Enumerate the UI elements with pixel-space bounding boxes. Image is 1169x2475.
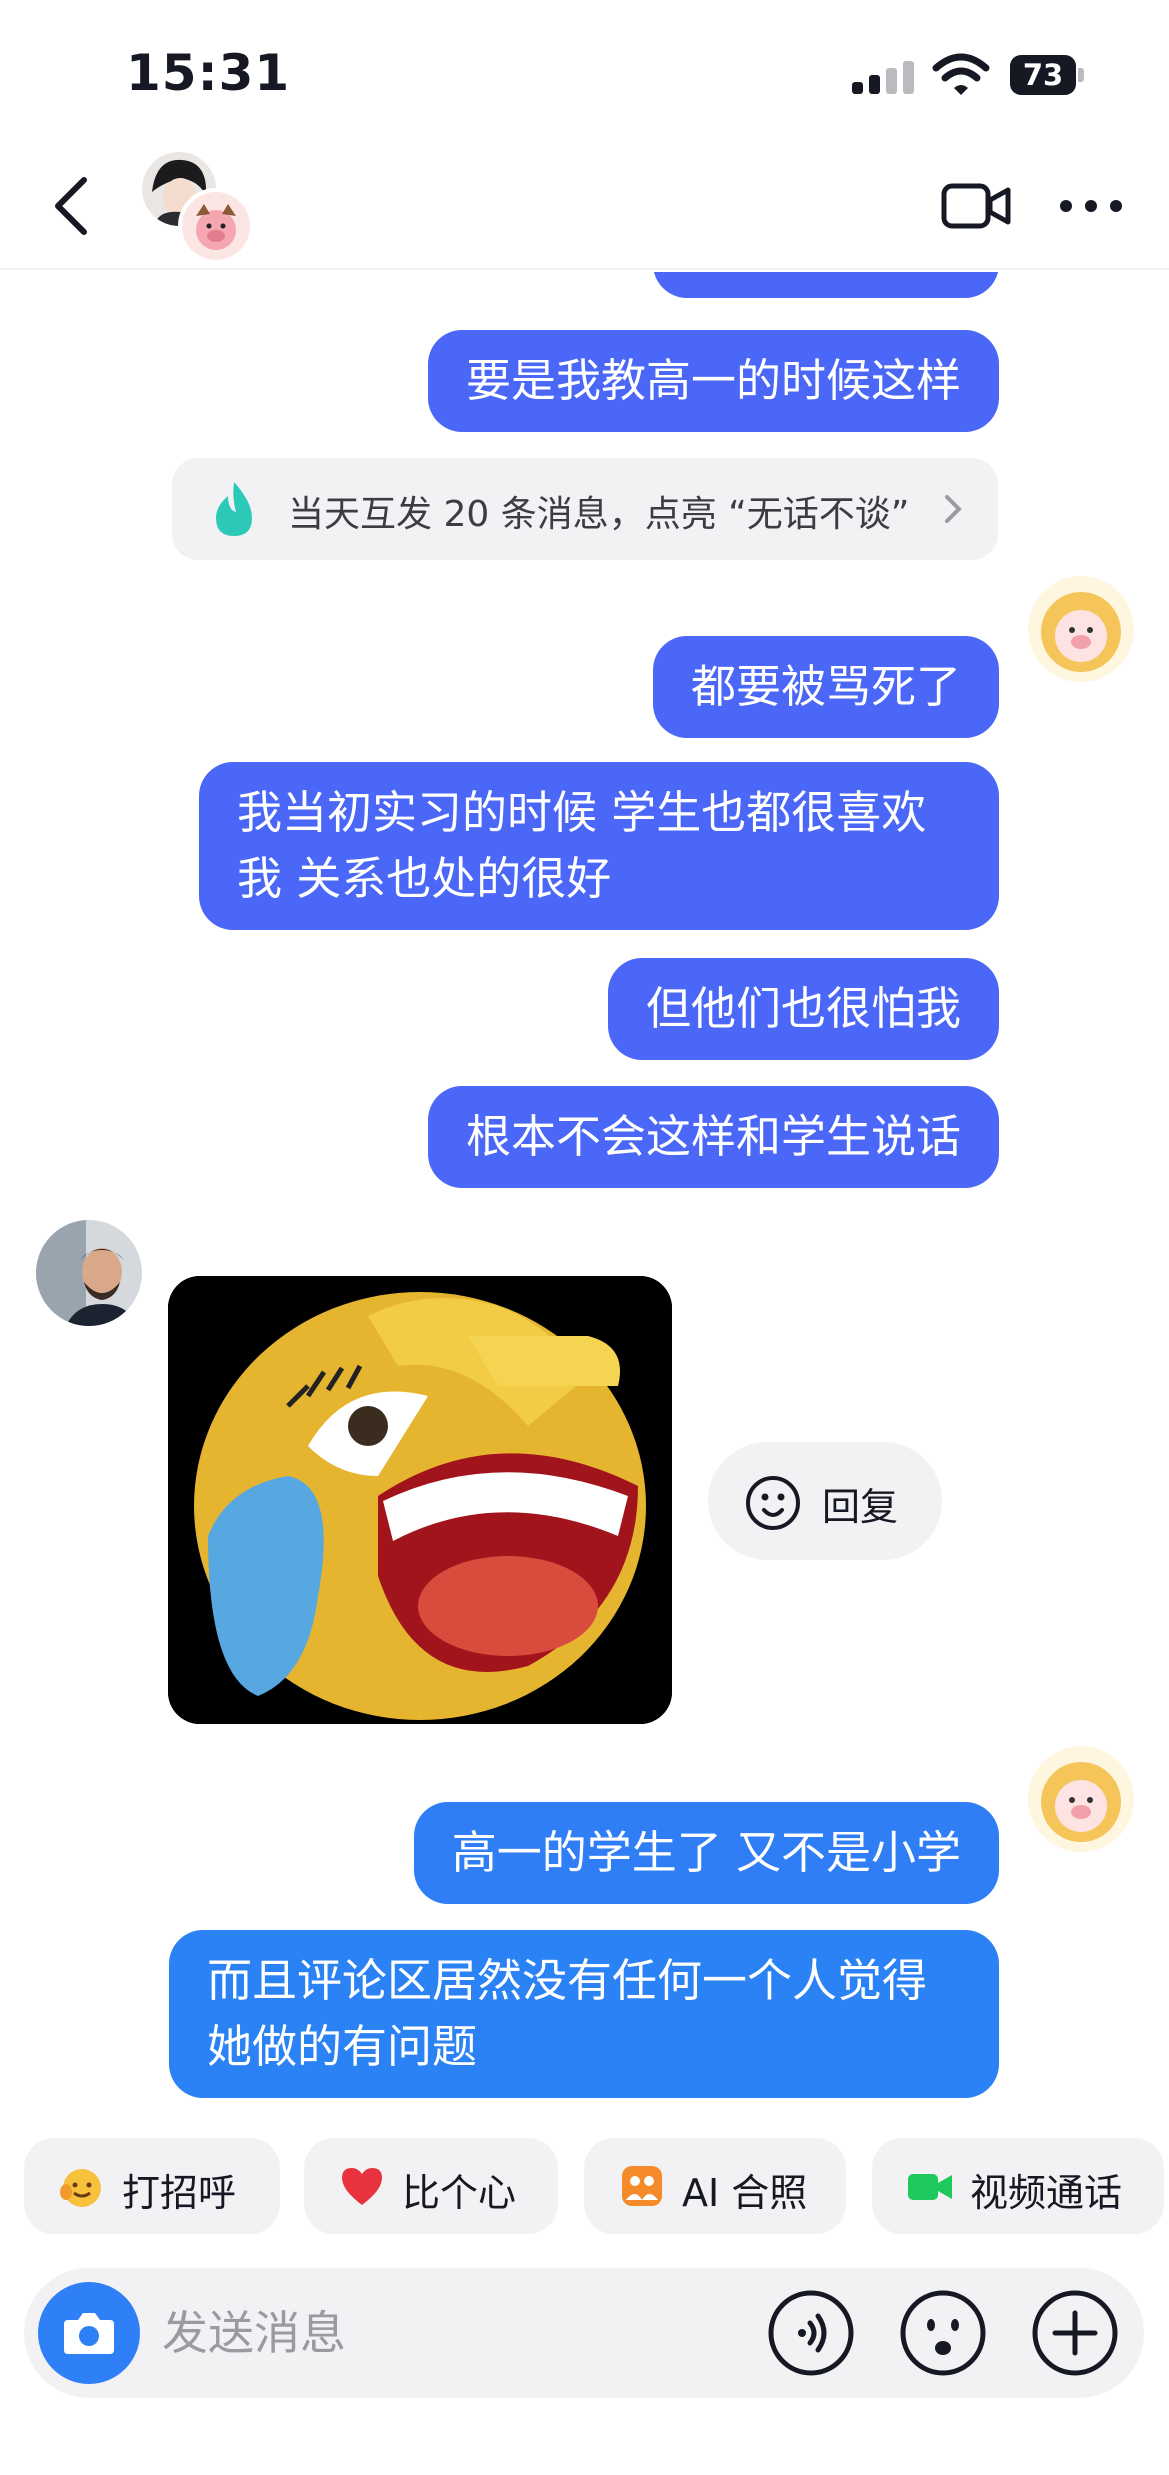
video-call-button[interactable]: 视频通话	[872, 2138, 1164, 2234]
chat-header	[0, 140, 1169, 270]
back-arrow-icon[interactable]	[46, 174, 94, 238]
smiley-icon	[746, 1476, 800, 1530]
camera-icon	[64, 2313, 114, 2354]
contact-avatars[interactable]	[140, 148, 270, 264]
video-call-header-icon[interactable]	[940, 180, 1012, 232]
chevron-right-icon	[945, 495, 962, 523]
battery-level: 73	[1010, 55, 1076, 95]
voice-message-icon[interactable]	[766, 2288, 856, 2378]
ai-photo-icon	[622, 2166, 662, 2206]
message-bubble[interactable]: 都要被骂死了	[652, 636, 999, 738]
status-bar: 15:31 73	[0, 0, 1169, 140]
self-avatar[interactable]	[1028, 1746, 1134, 1852]
streak-notice-text: 当天互发 20 条消息，点亮 “无话不谈”	[288, 494, 910, 535]
wave-hello-button[interactable]: 打招呼	[24, 2138, 280, 2234]
send-heart-button[interactable]: 比个心	[304, 2138, 558, 2234]
camera-button[interactable]	[38, 2282, 140, 2384]
message-input[interactable]	[162, 2298, 762, 2368]
add-more-icon[interactable]	[1030, 2288, 1120, 2378]
cellular-signal-icon	[852, 60, 914, 94]
quick-actions-bar: 打招呼 比个心 AI 合照 视频通话	[0, 2138, 1169, 2238]
message-bubble[interactable]: 要是我教高一的时候这样	[427, 330, 999, 432]
reply-button[interactable]: 回复	[708, 1442, 942, 1560]
more-options-icon[interactable]	[1058, 198, 1124, 214]
message-bubble[interactable]: 根本不会这样和学生说话	[427, 1086, 999, 1188]
quick-action-label: 打招呼	[122, 2171, 237, 2215]
quick-action-label: 比个心	[402, 2171, 517, 2215]
status-time: 15:31	[126, 44, 291, 102]
heart-icon	[342, 2168, 382, 2205]
video-call-icon	[908, 2174, 952, 2200]
ai-photo-button[interactable]: AI 合照	[584, 2138, 846, 2234]
peer-avatar[interactable]	[36, 1220, 142, 1326]
message-bubble[interactable]: 而且评论区居然没有任何一个人觉得她做的有问题	[169, 1930, 999, 2098]
wave-emoji-icon	[60, 2169, 101, 2207]
battery-icon: 73	[1010, 55, 1084, 95]
pig-avatar	[178, 188, 254, 264]
message-bubble[interactable]: 但他们也很怕我	[607, 958, 999, 1060]
message-bubble[interactable]: 高一的学生了 又不是小学	[413, 1802, 999, 1904]
emoji-icon[interactable]	[898, 2288, 988, 2378]
wifi-icon	[932, 53, 990, 95]
flame-icon	[216, 482, 252, 536]
message-composer	[24, 2268, 1144, 2398]
message-list[interactable]: 是不是任务疲 要是我教高一的时候这样 当天互发 20 条消息，点亮 “无话不谈”…	[0, 272, 1169, 2127]
quick-action-label: AI 合照	[682, 2171, 808, 2215]
message-bubble[interactable]: 我当初实习的时候 学生也都很喜欢我 关系也处的很好	[199, 762, 999, 930]
self-avatar[interactable]	[1028, 576, 1134, 682]
streak-notice[interactable]: 当天互发 20 条消息，点亮 “无话不谈”	[172, 458, 998, 560]
quick-action-label: 视频通话	[970, 2171, 1123, 2215]
reply-label: 回复	[822, 1485, 899, 1529]
message-bubble-partial[interactable]: 是不是任务疲	[652, 272, 999, 298]
laughing-crying-sticker[interactable]	[168, 1276, 672, 1724]
